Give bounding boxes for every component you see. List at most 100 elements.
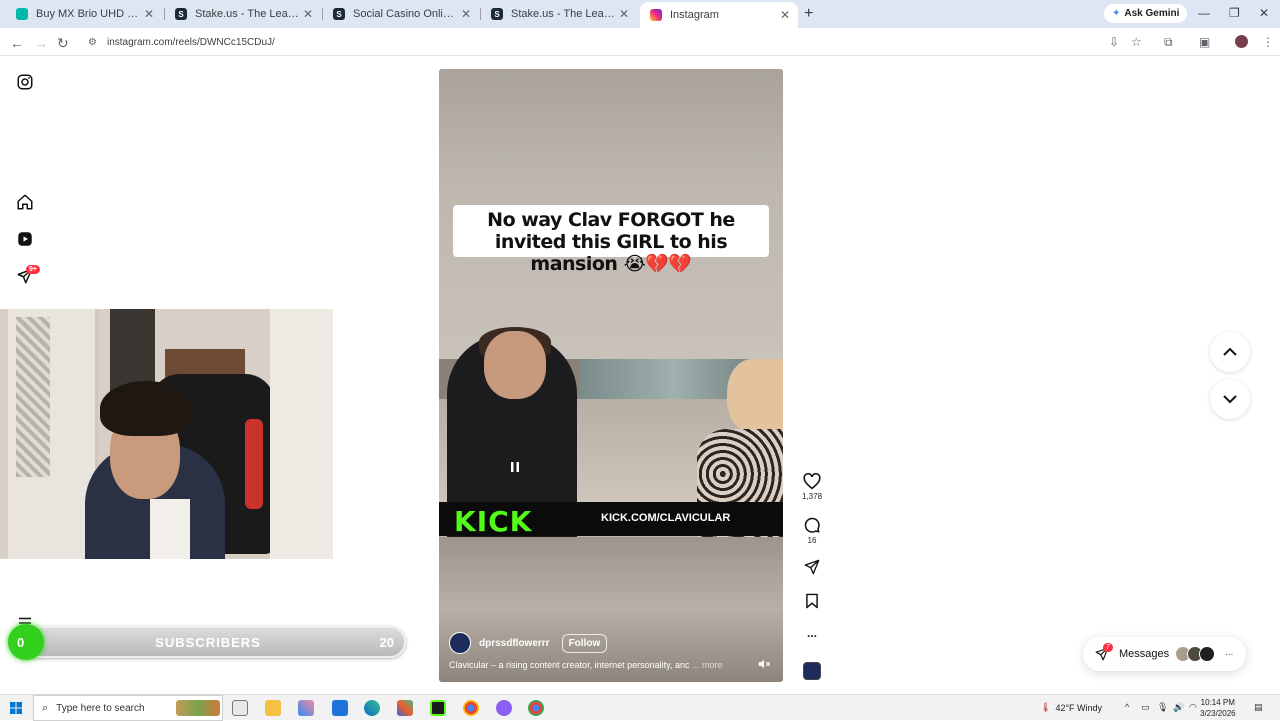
notifications-icon[interactable]: ▤ xyxy=(1254,702,1263,713)
chrome-alt-icon[interactable] xyxy=(528,700,544,716)
author-avatar[interactable] xyxy=(449,632,471,654)
extensions-icon[interactable]: ⧉ xyxy=(1164,35,1173,50)
kick-logo: KICK xyxy=(454,505,533,538)
store-icon[interactable] xyxy=(397,700,413,716)
new-tab-button[interactable]: + xyxy=(804,5,813,23)
microphone-icon[interactable]: 🎙 xyxy=(1157,702,1168,713)
kick-app-icon[interactable] xyxy=(430,700,446,716)
comment-icon[interactable] xyxy=(803,516,821,534)
like-action[interactable]: 1,378 xyxy=(802,473,822,501)
video-person-right-head xyxy=(727,359,783,433)
video-person-left-head xyxy=(484,331,546,399)
tab-stake-1[interactable]: S Stake.us - The Leading Social C ✕ xyxy=(165,3,321,25)
chevron-down-icon xyxy=(1223,395,1237,404)
browser-tab-bar: Buy MX Brio UHD 4K Webcam ✕ S Stake.us -… xyxy=(0,0,1280,28)
search-highlight-image[interactable] xyxy=(176,700,220,716)
subscriber-label: SUBSCRIBERS xyxy=(155,635,261,650)
instagram-logo-icon[interactable] xyxy=(16,73,34,91)
comment-action[interactable]: 16 xyxy=(802,516,822,545)
save-action[interactable] xyxy=(802,593,822,609)
restore-button[interactable]: ❐ xyxy=(1229,6,1240,20)
search-icon: ⌕ xyxy=(42,701,49,714)
bookmark-star-icon[interactable]: ☆ xyxy=(1131,35,1142,49)
address-bar[interactable]: ⚙ instagram.com/reels/DWNCc15CDuJ/ xyxy=(80,31,1104,53)
more-link[interactable]: ... more xyxy=(692,660,723,670)
next-reel-button[interactable] xyxy=(1210,379,1250,419)
close-tab-icon[interactable]: ✕ xyxy=(459,7,473,21)
system-clock[interactable]: 10:14 PM 3/23/2026 xyxy=(1200,697,1236,719)
webcam-person-hair xyxy=(100,381,192,436)
task-view-icon[interactable] xyxy=(232,700,248,716)
tab-stake-2[interactable]: S Stake.us - The Leading Social C ✕ xyxy=(481,3,637,25)
reel-video[interactable]: No way Clav FORGOT he invited this GIRL … xyxy=(439,69,783,682)
mail-icon[interactable] xyxy=(332,700,348,716)
profile-avatar[interactable] xyxy=(1235,35,1248,48)
ask-gemini-button[interactable]: ✦ Ask Gemini xyxy=(1104,4,1188,23)
tab-social-casino[interactable]: S Social Casino Online - USA's Be ✕ xyxy=(323,3,479,25)
share-icon[interactable] xyxy=(804,559,820,575)
kick-url: KICK.COM/CLAVICULAR xyxy=(601,512,731,524)
menu-kebab-icon[interactable]: ⋮ xyxy=(1262,35,1274,49)
more-options-button[interactable]: ... xyxy=(802,626,822,640)
messages-pill[interactable]: 7 Messages ... xyxy=(1083,637,1246,671)
webcam-person-shirt xyxy=(150,499,190,559)
weather-text: 42°F Windy xyxy=(1055,702,1103,713)
weather-widget[interactable]: 🌡 42°F Windy xyxy=(1040,702,1102,713)
side-panel-icon[interactable]: ▣ xyxy=(1199,35,1210,49)
tab-title: Social Casino Online - USA's Be xyxy=(353,8,459,20)
home-icon[interactable] xyxy=(16,193,34,211)
muted-speaker-icon[interactable] xyxy=(757,657,771,671)
edge-icon[interactable] xyxy=(364,700,380,716)
site-info-icon[interactable]: ⚙ xyxy=(88,37,97,48)
forward-arrow-icon[interactable]: → xyxy=(34,35,48,51)
chrome-icon[interactable] xyxy=(463,700,479,716)
reels-icon[interactable] xyxy=(16,230,34,248)
follow-button[interactable]: Follow xyxy=(561,633,608,653)
reload-icon[interactable]: ↻ xyxy=(57,35,69,52)
reel-description[interactable]: Clavicular – a rising content creator, i… xyxy=(449,660,749,670)
webcam-door-glass xyxy=(16,317,50,477)
kick-banner: KICK KICK.COM/CLAVICULAR xyxy=(439,502,783,538)
tab-instagram[interactable]: Instagram ✕ xyxy=(640,2,798,28)
install-app-icon[interactable]: ⇩ xyxy=(1109,35,1119,49)
author-username[interactable]: dprssdflowerrr xyxy=(479,638,550,649)
back-arrow-icon[interactable]: ← xyxy=(10,35,24,51)
windows-start-icon[interactable] xyxy=(10,702,22,714)
minimize-button[interactable]: — xyxy=(1198,6,1210,20)
copilot-icon[interactable] xyxy=(298,700,314,716)
messages-more[interactable]: ... xyxy=(1225,647,1233,658)
close-tab-icon[interactable]: ✕ xyxy=(301,7,315,21)
subscriber-goal-bar: 0 SUBSCRIBERS 20 xyxy=(8,624,406,660)
share-action[interactable] xyxy=(802,559,822,575)
heart-icon[interactable] xyxy=(802,473,822,490)
ask-gemini-label: Ask Gemini xyxy=(1124,8,1180,19)
tab-title: Buy MX Brio UHD 4K Webcam xyxy=(36,8,142,20)
webcam-chair-accent xyxy=(245,419,263,509)
tab-logitech[interactable]: Buy MX Brio UHD 4K Webcam ✕ xyxy=(6,3,162,25)
search-placeholder: Type here to search xyxy=(56,702,145,714)
weather-alert-icon: 🌡 xyxy=(1040,702,1052,712)
network-icon[interactable]: ◠ xyxy=(1189,702,1197,713)
reel-author-row: dprssdflowerrr Follow xyxy=(449,632,608,654)
show-hidden-icons-chevron-icon[interactable]: ^ xyxy=(1125,702,1129,712)
volume-icon[interactable]: 🔊 xyxy=(1173,702,1184,713)
chat-app-icon[interactable] xyxy=(496,700,512,716)
file-explorer-icon[interactable] xyxy=(265,700,281,716)
close-tab-icon[interactable]: ✕ xyxy=(617,7,631,21)
windows-taskbar: ⌕ Type here to search 🌡 42°F Windy ^ ▭ 🎙… xyxy=(0,694,1280,721)
audio-thumbnail[interactable] xyxy=(803,662,821,680)
previous-reel-button[interactable] xyxy=(1210,332,1250,372)
subscriber-goal: 20 xyxy=(379,635,394,650)
stake-favicon-icon: S xyxy=(333,8,345,20)
instagram-favicon-icon xyxy=(650,9,662,21)
tab-title: Stake.us - The Leading Social C xyxy=(511,8,617,20)
camera-icon[interactable]: ▭ xyxy=(1141,702,1150,713)
close-tab-icon[interactable]: ✕ xyxy=(778,8,792,22)
message-avatars xyxy=(1175,646,1215,662)
close-tab-icon[interactable]: ✕ xyxy=(142,7,156,21)
notification-badge: 9+ xyxy=(26,265,40,274)
webcam-wall xyxy=(270,309,333,559)
streamer-webcam-overlay xyxy=(0,309,333,559)
bookmark-icon[interactable] xyxy=(805,593,819,609)
close-window-button[interactable]: ✕ xyxy=(1259,6,1269,20)
